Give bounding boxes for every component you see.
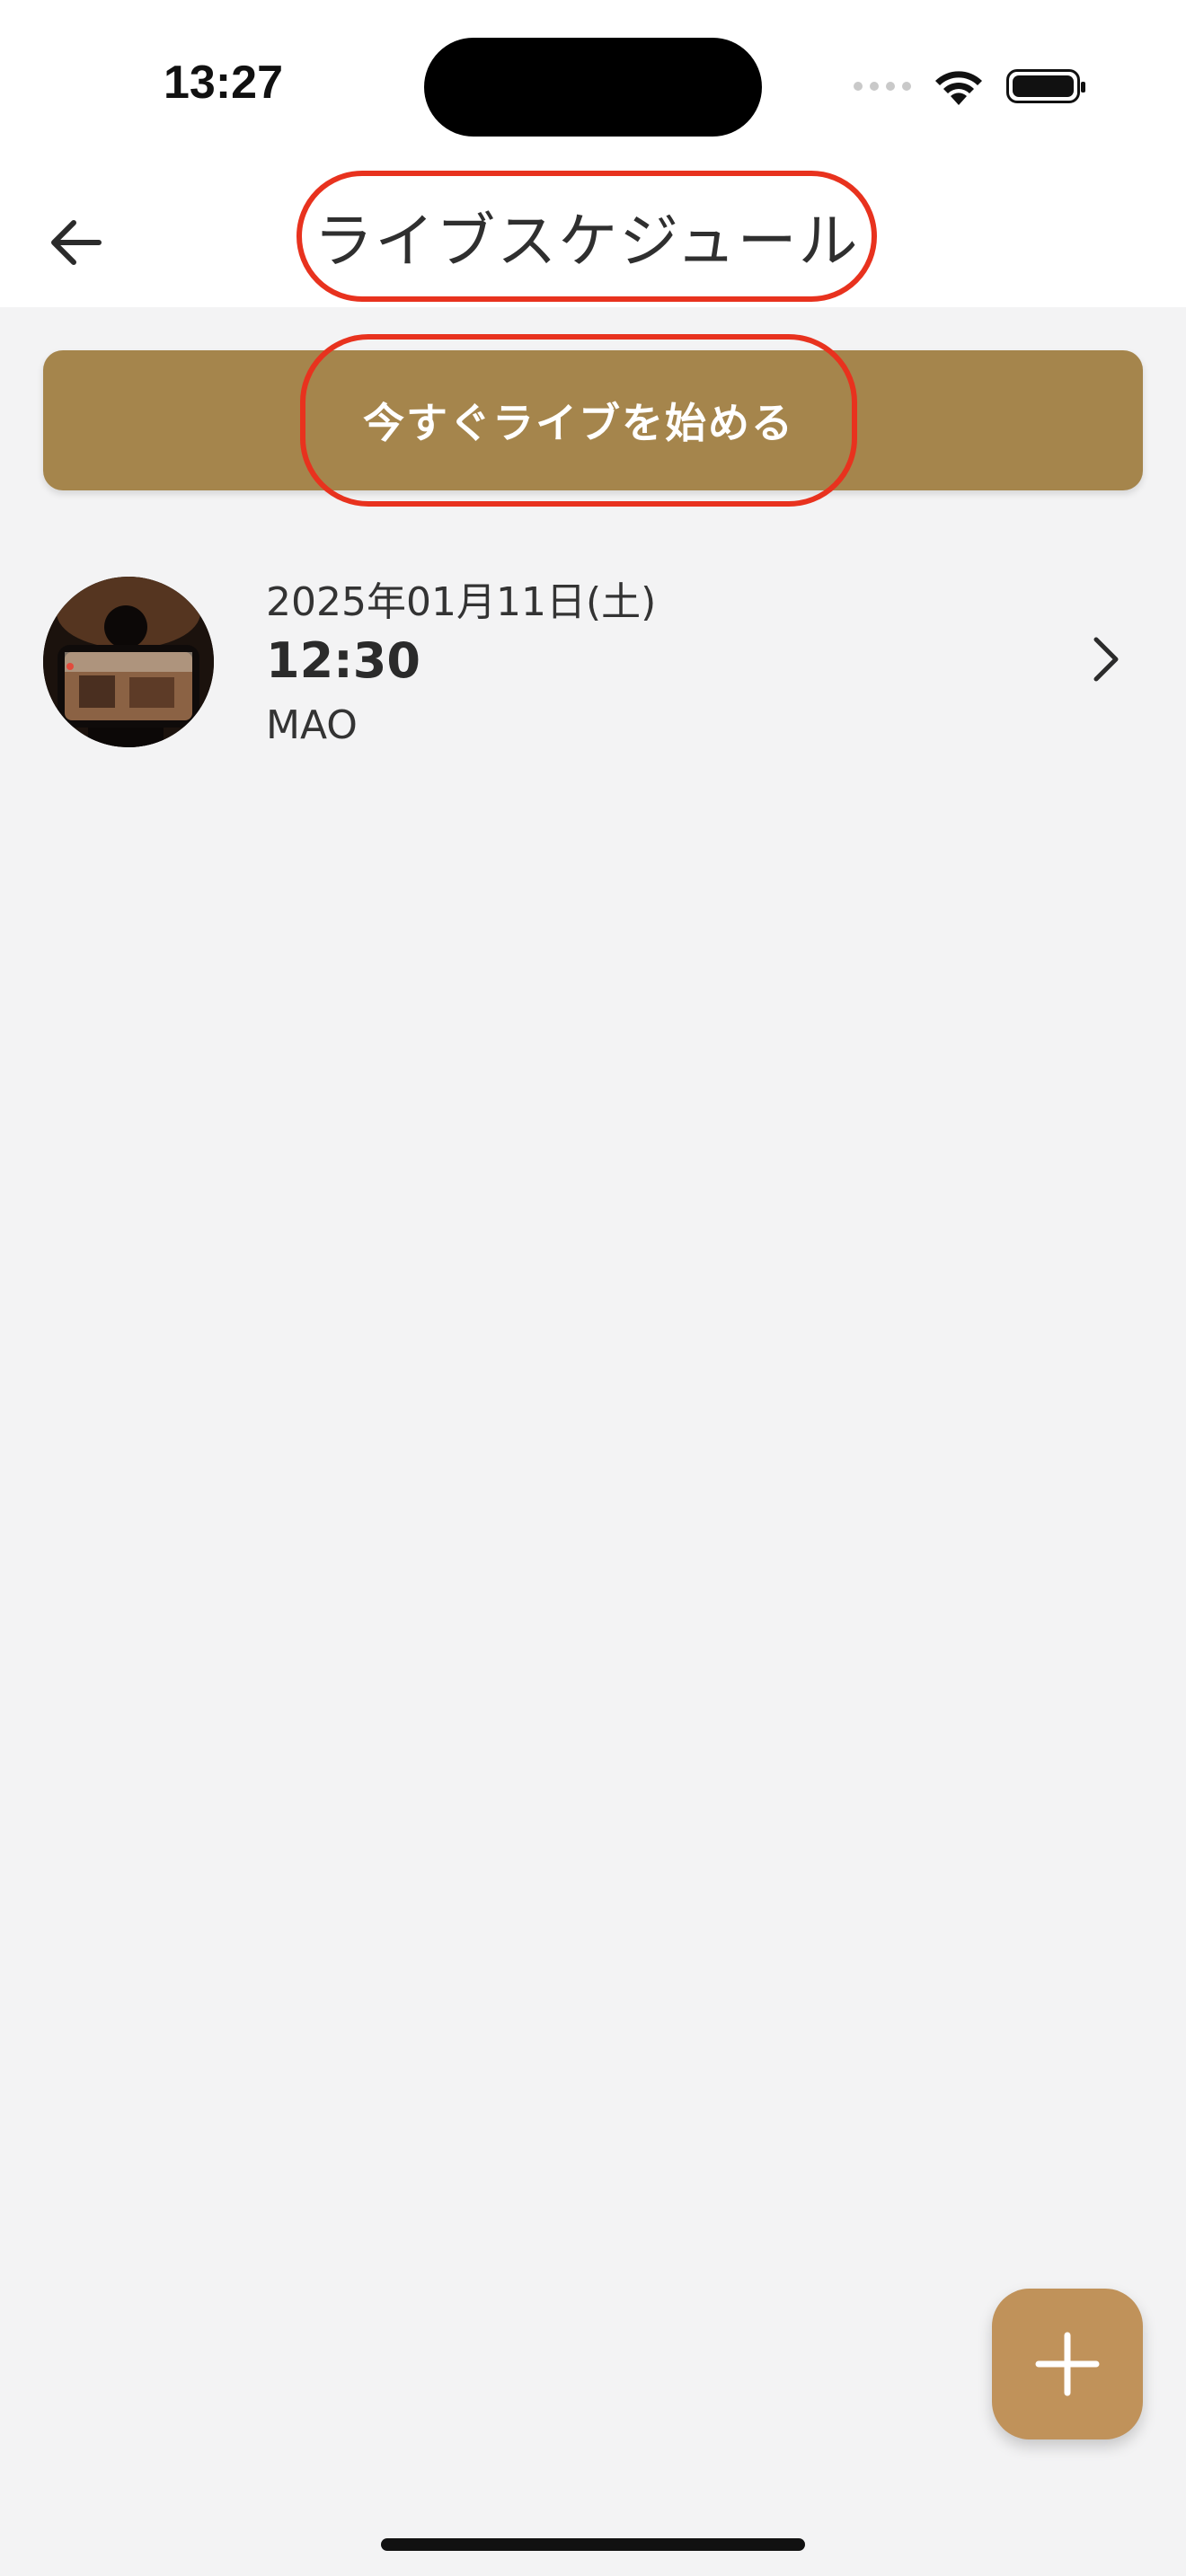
wifi-icon: [935, 71, 982, 105]
schedule-date: 2025年01月11日(土): [266, 579, 657, 625]
cellular-signal-icon: [854, 82, 911, 91]
plus-icon: [1035, 2332, 1100, 2396]
start-live-highlight[interactable]: 今すぐライブを始める: [300, 334, 857, 507]
start-live-label: 今すぐライブを始める: [363, 399, 794, 447]
status-bar: 13:27: [0, 0, 1186, 171]
page-title: ライブスケジュール: [314, 207, 860, 276]
schedule-list-item[interactable]: 2025年01月11日(土) 12:30 MAO: [0, 566, 1186, 763]
home-indicator: [381, 2538, 805, 2551]
arrow-left-icon: [51, 220, 102, 265]
dynamic-island: [424, 38, 762, 137]
schedule-thumbnail: [43, 577, 214, 747]
status-icons: [854, 65, 1085, 108]
app-bar: ライブスケジュール: [0, 171, 1186, 307]
schedule-host-name: MAO: [266, 702, 358, 748]
chevron-right-icon: [1093, 637, 1119, 682]
add-schedule-button[interactable]: [992, 2289, 1143, 2439]
battery-icon: [1006, 69, 1085, 103]
schedule-time: 12:30: [266, 632, 420, 689]
back-button[interactable]: [40, 207, 111, 278]
title-highlight: ライブスケジュール: [296, 171, 877, 302]
status-time: 13:27: [164, 57, 283, 109]
